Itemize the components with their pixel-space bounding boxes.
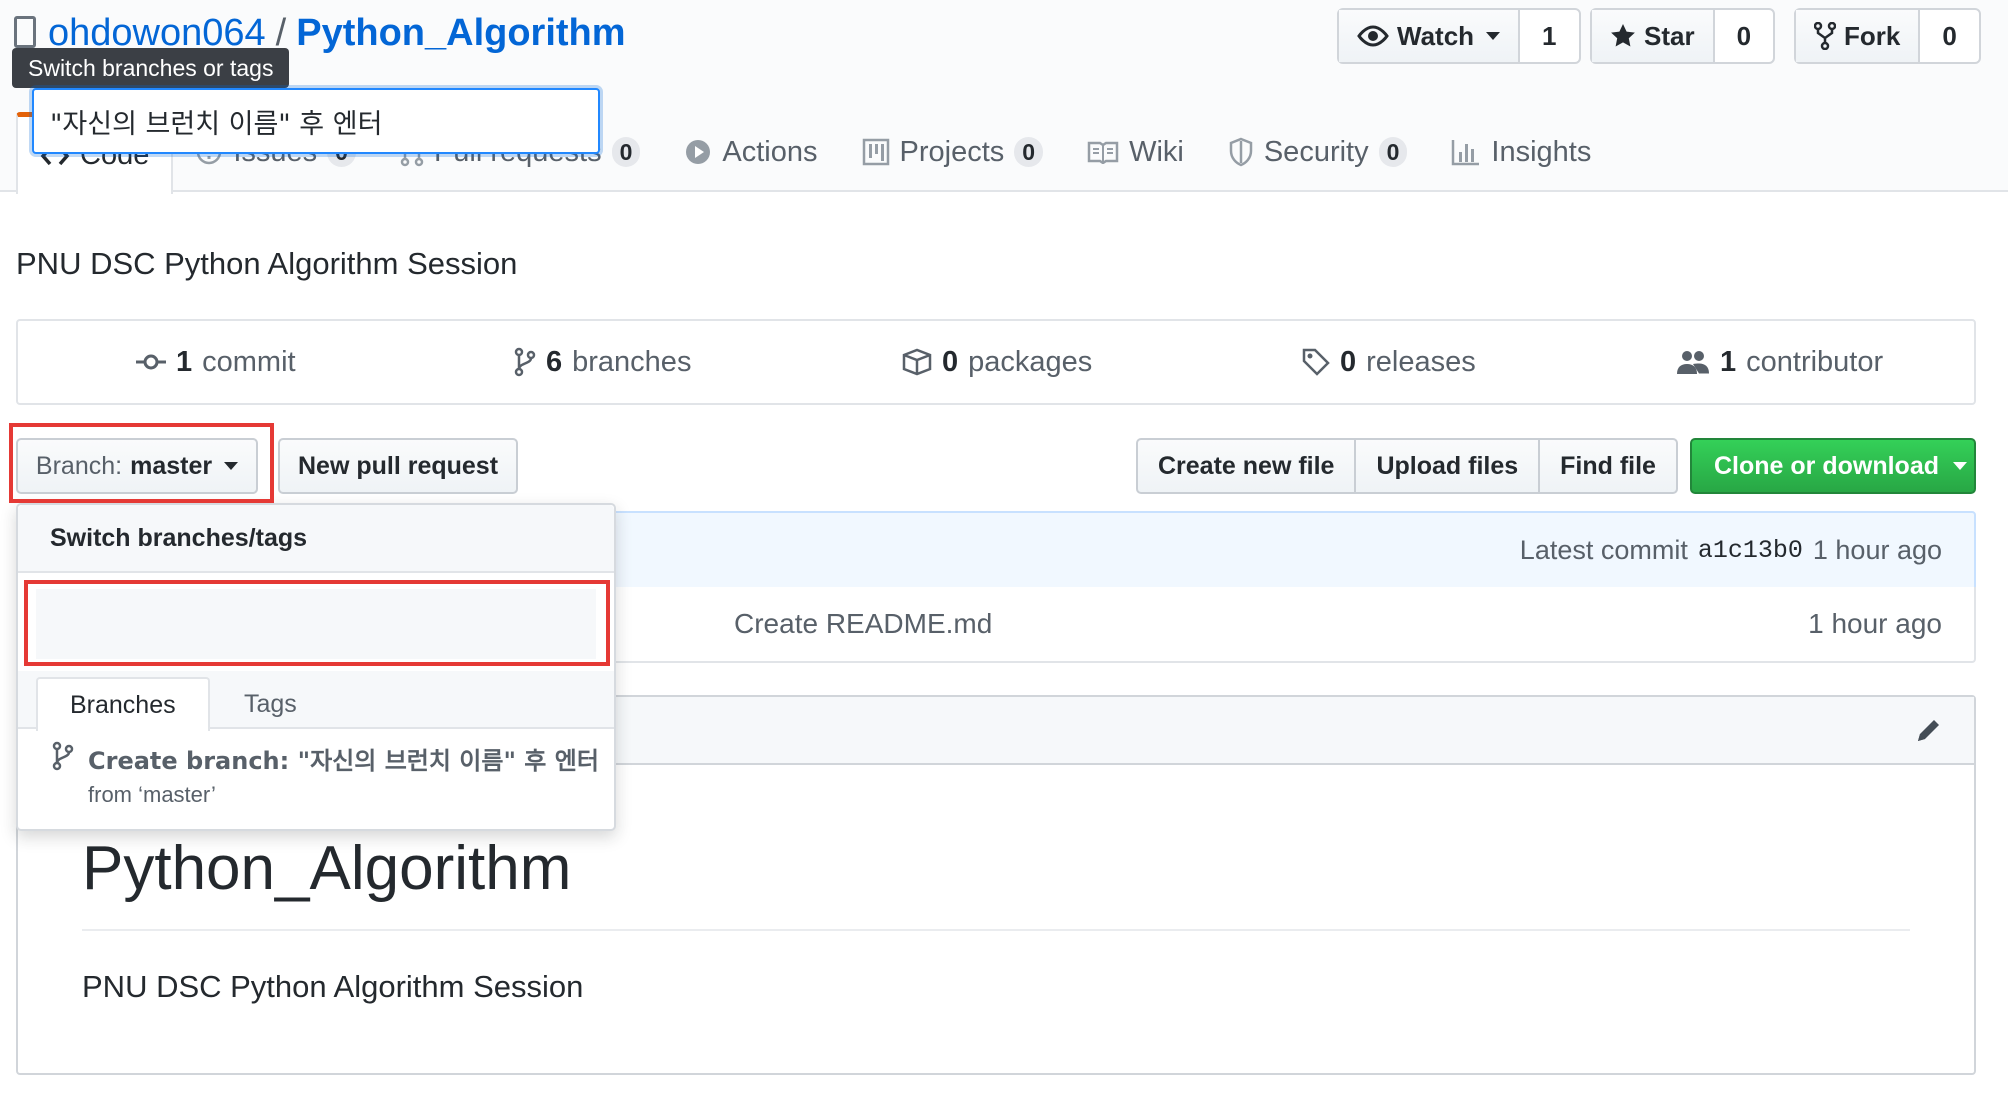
packages-count: 0	[942, 345, 959, 378]
chevron-down-icon	[1486, 32, 1501, 40]
graph-icon	[1452, 140, 1480, 166]
star-group: Star 0	[1590, 8, 1776, 64]
branch-dropdown: Switch branches/tags Branches Tags Creat…	[16, 503, 616, 831]
latest-commit-label: Latest commit	[1519, 534, 1688, 565]
tab-branches[interactable]: Branches	[36, 677, 210, 731]
branch-select-button[interactable]: Branch: master	[16, 438, 258, 494]
tab-label: Security	[1263, 135, 1369, 168]
tab-wiki[interactable]: Wiki	[1065, 112, 1206, 192]
tab-actions[interactable]: Actions	[662, 112, 839, 192]
play-icon	[686, 140, 711, 164]
git-commit-icon	[136, 354, 166, 370]
fork-label: Fork	[1844, 20, 1901, 51]
commits-link[interactable]: 1 commit	[136, 321, 296, 403]
tab-label: Insights	[1491, 135, 1592, 168]
star-button[interactable]: Star	[1592, 10, 1715, 62]
releases-link[interactable]: 0 releases	[1302, 321, 1476, 403]
tab-label: Actions	[722, 135, 818, 168]
readme-body: PNU DSC Python Algorithm Session	[82, 969, 584, 1004]
dropdown-header: Switch branches/tags	[18, 505, 614, 573]
create-branch-text: Create branch: "자신의 브런치 이름" 후 엔터 from ‘m…	[88, 741, 599, 808]
releases-label: releases	[1366, 345, 1476, 378]
file-age: 1 hour ago	[1808, 608, 1942, 639]
package-icon	[902, 348, 932, 376]
create-branch-item[interactable]: Create branch: "자신의 브런치 이름" 후 엔터 from ‘m…	[52, 741, 599, 808]
repo-name-link[interactable]: Python_Algorithm	[296, 12, 625, 54]
create-branch-title: Create branch: "자신의 브런치 이름" 후 엔터	[88, 741, 599, 776]
contributors-label: contributor	[1746, 345, 1884, 378]
branch-prefix: Branch:	[35, 451, 123, 480]
repo-description: PNU DSC Python Algorithm Session	[16, 246, 518, 281]
git-branch-icon	[52, 741, 74, 771]
tab-insights[interactable]: Insights	[1429, 112, 1613, 192]
watch-group: Watch 1	[1337, 8, 1581, 64]
star-icon	[1611, 24, 1635, 47]
file-actions-group: Create new file Upload files Find file	[1136, 438, 1678, 494]
create-branch-from: from ‘master’	[88, 782, 216, 807]
commit-sha-link[interactable]: a1c13b0	[1698, 536, 1803, 565]
people-icon	[1677, 351, 1709, 374]
create-new-file-button[interactable]: Create new file	[1138, 440, 1357, 492]
packages-link[interactable]: 0 packages	[902, 321, 1092, 403]
pencil-icon[interactable]	[1914, 715, 1944, 745]
watch-label: Watch	[1397, 20, 1475, 51]
branch-name: master	[130, 451, 213, 480]
contributors-link[interactable]: 1 contributor	[1676, 321, 1883, 403]
releases-count: 0	[1340, 345, 1357, 378]
tab-label: Wiki	[1129, 135, 1184, 168]
contributors-count: 1	[1720, 345, 1737, 378]
projects-counter: 0	[1014, 137, 1044, 167]
find-file-button[interactable]: Find file	[1540, 440, 1676, 492]
new-pull-request-button[interactable]: New pull request	[278, 438, 518, 494]
commits-count: 1	[176, 345, 193, 378]
git-branch-icon	[514, 347, 536, 377]
create-branch-label: Create branch:	[88, 747, 290, 775]
fork-group: Fork 0	[1794, 8, 1981, 64]
branches-count: 6	[546, 345, 563, 378]
fork-count[interactable]: 0	[1920, 10, 1978, 62]
chevron-down-icon	[224, 462, 239, 470]
tab-label: Projects	[899, 135, 1005, 168]
tab-projects[interactable]: Projects 0	[840, 112, 1066, 192]
fork-button[interactable]: Fork	[1796, 10, 1921, 62]
readme-divider	[82, 929, 1910, 931]
dropdown-filter-area	[36, 589, 596, 659]
shield-icon	[1229, 137, 1253, 167]
numbers-summary: 1 commit 6 branches 0 packages 0 releases 1c…	[16, 319, 1976, 405]
branch-filter-input[interactable]	[32, 88, 600, 154]
repo-forked-icon	[1814, 22, 1836, 50]
branches-label: branches	[572, 345, 692, 378]
star-label: Star	[1644, 20, 1695, 51]
watch-count[interactable]: 1	[1520, 10, 1578, 62]
pull-requests-counter: 0	[611, 137, 641, 167]
create-branch-name: "자신의 브런치 이름" 후 엔터	[297, 747, 599, 775]
packages-label: packages	[968, 345, 1093, 378]
book-icon	[1087, 141, 1119, 164]
branches-link[interactable]: 6 branches	[514, 321, 691, 403]
clone-label: Clone or download	[1714, 451, 1939, 480]
commits-label: commit	[202, 345, 296, 378]
clone-or-download-button[interactable]: Clone or download	[1690, 438, 1976, 494]
switch-branches-tooltip: Switch branches or tags	[12, 48, 290, 88]
eye-icon	[1357, 25, 1389, 47]
chevron-down-icon	[1953, 462, 1967, 470]
tab-security[interactable]: Security 0	[1206, 112, 1430, 192]
tag-icon	[1302, 348, 1330, 376]
repo-icon	[14, 16, 36, 48]
tab-tags[interactable]: Tags	[212, 677, 329, 731]
watch-button[interactable]: Watch	[1339, 10, 1521, 62]
upload-files-button[interactable]: Upload files	[1356, 440, 1541, 492]
project-icon	[862, 138, 889, 166]
star-count[interactable]: 0	[1715, 10, 1773, 62]
security-counter: 0	[1378, 137, 1408, 167]
commit-meta: Latest commit a1c13b0 1 hour ago	[1520, 513, 1942, 587]
readme-heading: Python_Algorithm	[82, 834, 572, 903]
file-commit-message-link[interactable]: Create README.md	[734, 587, 992, 661]
commit-age: 1 hour ago	[1812, 534, 1942, 565]
